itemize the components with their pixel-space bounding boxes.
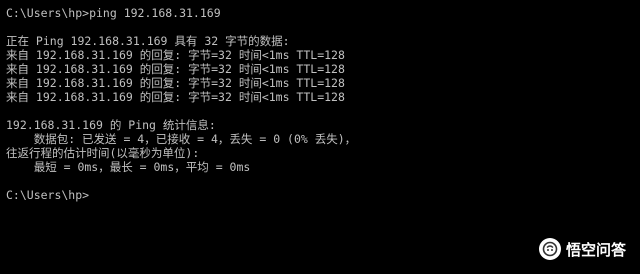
console-line: 192.168.31.169 的 Ping 统计信息: bbox=[6, 118, 216, 132]
wukong-logo-icon bbox=[538, 238, 561, 260]
console-line: C:\Users\hp>ping 192.168.31.169 bbox=[6, 6, 221, 20]
console-line: 数据包: 已发送 = 4，已接收 = 4，丢失 = 0 (0% 丢失)， bbox=[6, 132, 357, 146]
console-window[interactable]: C:\Users\hp>ping 192.168.31.169 正在 Ping … bbox=[0, 0, 640, 274]
console-line: 来自 192.168.31.169 的回复: 字节=32 时间<1ms TTL=… bbox=[6, 90, 345, 104]
console-line: 正在 Ping 192.168.31.169 具有 32 字节的数据: bbox=[6, 34, 290, 48]
console-line: 来自 192.168.31.169 的回复: 字节=32 时间<1ms TTL=… bbox=[6, 48, 345, 62]
console-line: 最短 = 0ms，最长 = 0ms，平均 = 0ms bbox=[6, 160, 251, 174]
watermark: 悟空问答 bbox=[538, 238, 626, 260]
console-prompt-line[interactable]: C:\Users\hp> bbox=[6, 188, 640, 202]
console-line: 来自 192.168.31.169 的回复: 字节=32 时间<1ms TTL=… bbox=[6, 62, 345, 76]
watermark-text: 悟空问答 bbox=[565, 240, 626, 259]
console-line: 来自 192.168.31.169 的回复: 字节=32 时间<1ms TTL=… bbox=[6, 76, 345, 90]
console-line: 往返行程的估计时间(以毫秒为单位): bbox=[6, 146, 200, 160]
